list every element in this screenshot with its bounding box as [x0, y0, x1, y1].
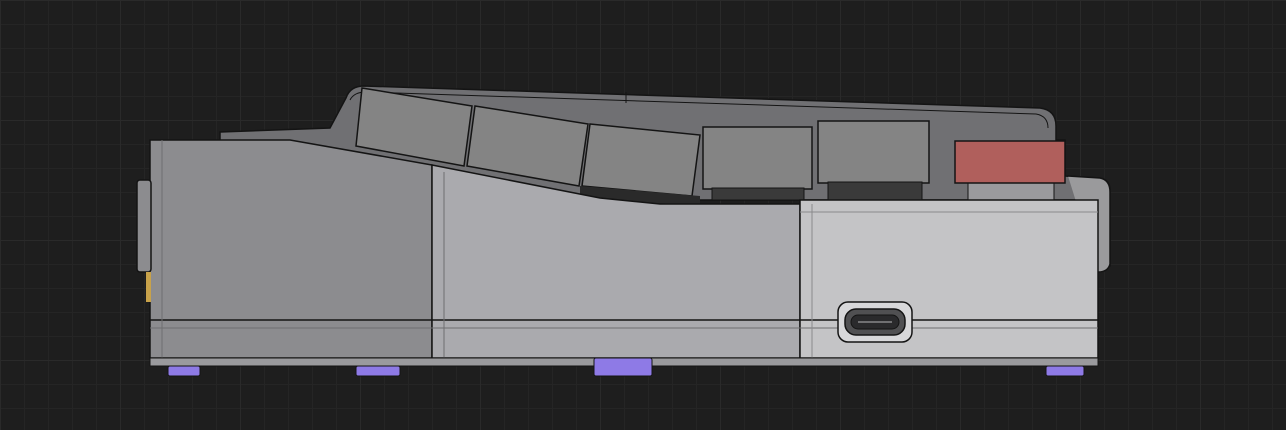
case-left-section: [149, 139, 433, 359]
usb-c-port-icon: [837, 301, 913, 343]
keycap-4: [702, 126, 813, 190]
switch-stem-6: [967, 180, 1055, 202]
keycap-accent: [954, 140, 1066, 184]
foot: [593, 357, 653, 377]
keycap-3: [581, 123, 701, 197]
switch-stem-4: [711, 187, 805, 201]
keycap-5: [817, 120, 930, 184]
switch-stem-5: [827, 181, 923, 201]
foot: [167, 365, 201, 377]
cad-viewport[interactable]: [0, 0, 1286, 430]
foot: [355, 365, 401, 377]
keyboard-side-view: [136, 85, 1111, 377]
foot: [1045, 365, 1085, 377]
left-bumper: [136, 179, 152, 273]
